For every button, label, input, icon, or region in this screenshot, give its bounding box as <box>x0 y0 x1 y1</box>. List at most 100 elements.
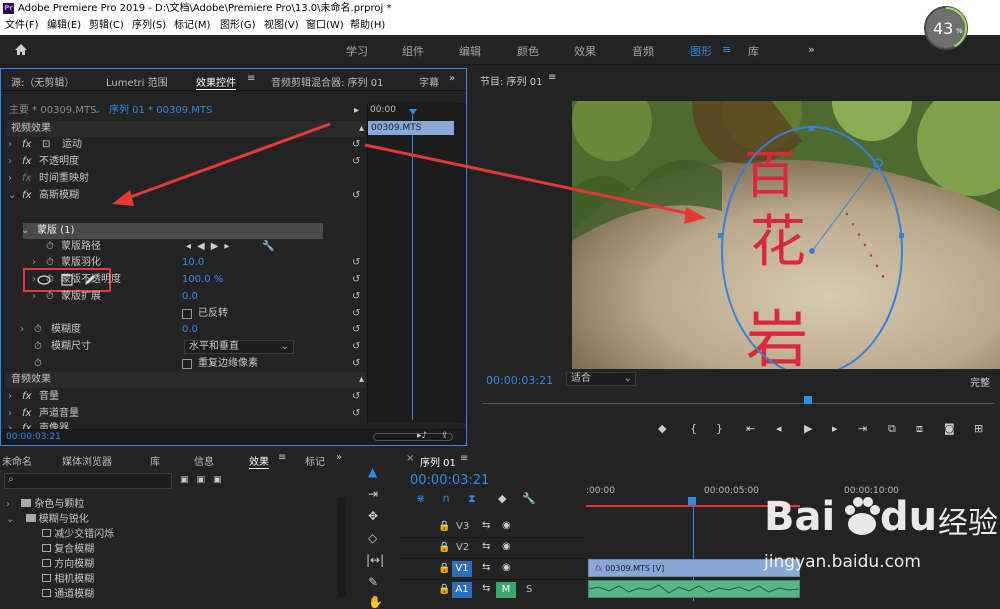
reset-icon[interactable]: ↺ <box>352 308 364 320</box>
mask-expansion-value[interactable]: 0.0 <box>182 289 198 305</box>
reset-icon[interactable]: ↺ <box>352 391 364 403</box>
timeline-playhead[interactable] <box>688 497 696 505</box>
mask-handle[interactable] <box>899 233 904 238</box>
menu-sequence[interactable]: 序列(S) <box>132 17 166 35</box>
more-workspaces-icon[interactable]: » <box>808 43 815 56</box>
tab-lumetri-scopes[interactable]: Lumetri 范围 <box>106 74 168 89</box>
tab-menu-icon[interactable]: ≡ <box>278 452 286 463</box>
workspace-graphics[interactable]: 图形 <box>690 43 712 59</box>
razor-tool-icon[interactable]: ◇ <box>368 531 377 545</box>
mask-label[interactable]: 蒙版 (1) <box>37 223 74 239</box>
sequence-timecode[interactable]: 00:00:03:21 <box>410 473 489 488</box>
sync-lock-icon[interactable]: ⇆ <box>482 520 490 531</box>
lock-icon[interactable]: 🔒 <box>438 521 450 532</box>
program-menu-icon[interactable]: ≡ <box>548 72 556 83</box>
tree-item[interactable]: 相机模糊 <box>6 572 336 587</box>
tab-source[interactable]: 源:（无剪辑） <box>11 74 74 89</box>
sync-lock-icon[interactable]: ⇆ <box>482 562 490 573</box>
solo-button[interactable]: S <box>526 584 532 595</box>
mask-path-track-controls[interactable]: ◂◀▶▸ <box>186 239 235 255</box>
fx-toggle-icon[interactable]: fx <box>22 154 31 170</box>
ripple-edit-tool-icon[interactable]: ✥ <box>368 509 378 523</box>
wrench-icon[interactable]: 🔧 <box>522 492 536 505</box>
track-header-a1[interactable]: 🔒 A1 ⇆ M S <box>398 580 586 601</box>
fx-toggle-icon[interactable]: fx <box>22 389 31 405</box>
tree-item[interactable]: 复合模糊 <box>6 542 336 557</box>
audio-clip[interactable] <box>588 580 800 598</box>
tab-titles[interactable]: 字幕 <box>419 74 439 89</box>
more-tabs-icon[interactable]: » <box>449 73 455 84</box>
more-tabs-icon[interactable]: » <box>336 452 342 463</box>
workspace-menu-icon[interactable]: ≡ <box>722 43 731 56</box>
home-icon[interactable] <box>14 43 28 56</box>
magnet-icon[interactable]: ∩ <box>442 492 450 505</box>
reset-icon[interactable]: ↺ <box>352 274 364 286</box>
reset-icon[interactable]: ↺ <box>352 291 364 303</box>
stopwatch-icon[interactable]: ⏱ <box>46 239 54 255</box>
menu-clip[interactable]: 剪辑(C) <box>89 17 124 35</box>
track-header-v3[interactable]: 🔒 V3 ⇆ ◉ <box>398 517 586 538</box>
tab-effect-controls[interactable]: 效果控件 <box>196 74 236 90</box>
tab-audio-clip-mixer[interactable]: 音频剪辑混合器: 序列 01 <box>271 74 383 89</box>
workspace-learn[interactable]: 学习 <box>346 43 368 59</box>
lock-icon[interactable]: 🔒 <box>438 542 450 553</box>
lift-icon[interactable]: ⧉ <box>888 422 896 436</box>
workspace-editing[interactable]: 编辑 <box>459 43 481 59</box>
tab-media-browser[interactable]: 媒体浏览器 <box>62 453 112 468</box>
expand-icon[interactable]: › <box>20 322 24 338</box>
repeat-edge-checkbox[interactable] <box>182 359 192 369</box>
mask-handle[interactable] <box>809 126 814 131</box>
stopwatch-icon[interactable]: ⏱ <box>46 272 54 288</box>
tree-folder[interactable]: ⌄ 模糊与锐化 <box>6 512 336 527</box>
chevron-down-icon[interactable]: ⌄ <box>93 103 101 119</box>
collapse-icon[interactable]: ⌄ <box>21 223 29 239</box>
eye-icon[interactable]: ◉ <box>502 562 511 573</box>
tab-project[interactable]: 未命名 <box>2 453 32 468</box>
program-tab[interactable]: 节目: 序列 01 <box>480 73 542 88</box>
reset-icon[interactable]: ↺ <box>352 341 364 353</box>
sequence-tab[interactable]: 序列 01 <box>420 454 456 469</box>
program-scrub-bar[interactable] <box>482 403 994 404</box>
fx-toggle-icon[interactable]: fx <box>22 406 31 422</box>
fx-toggle-icon[interactable]: fx <box>22 188 31 204</box>
reset-icon[interactable]: ↺ <box>352 324 364 336</box>
menu-graphics[interactable]: 图形(G) <box>220 17 256 35</box>
menu-marker[interactable]: 标记(M) <box>174 17 210 35</box>
add-marker-icon[interactable]: ◆ <box>498 492 506 505</box>
effect-filter-buttons[interactable]: ▣▣▣ <box>180 475 230 485</box>
wrench-icon[interactable]: 🔧 <box>262 239 274 255</box>
blurriness-value[interactable]: 0.0 <box>182 322 198 338</box>
stopwatch-icon[interactable]: ⏱ <box>46 289 54 305</box>
selection-tool-icon[interactable]: ▲ <box>368 465 377 479</box>
menu-edit[interactable]: 编辑(E) <box>47 17 81 35</box>
collapse-up-icon[interactable]: ▴ <box>359 121 364 137</box>
program-timecode[interactable]: 00:00:03:21 <box>486 374 553 387</box>
linked-selection-icon[interactable]: ⧗ <box>468 492 476 506</box>
pen-tool-icon[interactable]: ✎ <box>368 575 378 589</box>
expand-icon[interactable]: › <box>32 289 36 305</box>
sync-lock-icon[interactable]: ⇆ <box>482 583 490 594</box>
eye-icon[interactable]: ◉ <box>502 520 511 531</box>
tree-item[interactable]: 方向模糊 <box>6 557 336 572</box>
ec-playhead[interactable] <box>409 109 417 115</box>
step-forward-icon[interactable]: ▸ <box>832 422 838 435</box>
reset-icon[interactable]: ↺ <box>352 358 364 370</box>
mark-out-icon[interactable]: } <box>716 422 723 435</box>
expand-icon[interactable]: › <box>8 154 12 170</box>
tree-folder[interactable]: › 杂色与颗粒 <box>6 497 336 512</box>
workspace-effects[interactable]: 效果 <box>574 43 596 59</box>
inverted-checkbox[interactable] <box>182 309 192 319</box>
play-only-icon[interactable]: ▸ <box>354 103 359 119</box>
export-icon[interactable]: ⇪ <box>441 431 449 441</box>
stopwatch-icon[interactable]: ⏱ <box>34 322 42 338</box>
reset-icon[interactable]: ↺ <box>352 139 364 151</box>
mask-feather-value[interactable]: 10.0 <box>182 255 204 271</box>
stopwatch-icon[interactable]: ⏱ <box>34 339 42 355</box>
expand-icon[interactable]: › <box>8 406 12 422</box>
close-icon[interactable]: × <box>406 453 414 464</box>
extract-icon[interactable]: ⧈ <box>916 422 923 436</box>
ec-timeline[interactable]: 00:00 00309.MTS <box>367 103 457 423</box>
expand-icon[interactable]: › <box>8 137 12 153</box>
menu-window[interactable]: 窗口(W) <box>306 17 344 35</box>
program-video-frame[interactable]: 百 花 岩 ・・・・・・・ <box>572 101 1000 369</box>
